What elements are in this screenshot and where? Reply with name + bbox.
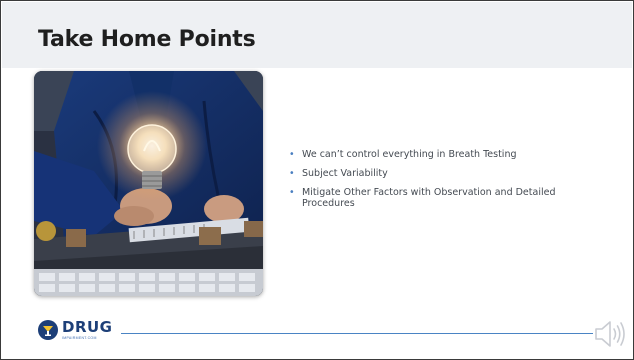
bullet-text: We can’t control everything in Breath Te… <box>302 149 517 160</box>
bullet-item: • We can’t control everything in Breath … <box>288 149 588 160</box>
bullet-marker-icon: • <box>289 187 295 198</box>
slide: Take Home Points • We can’t control ever… <box>0 0 634 360</box>
lightbulb-photo <box>34 71 263 296</box>
bullet-marker-icon: • <box>289 168 295 179</box>
bullet-item: • Mitigate Other Factors with Observatio… <box>288 187 588 209</box>
logo-text: DRUG IMPAIRMENT.COM <box>62 318 113 341</box>
bullet-item: • Subject Variability <box>288 168 588 179</box>
footer-divider <box>121 333 593 334</box>
bullet-marker-icon: • <box>289 149 295 160</box>
speaker-icon[interactable] <box>593 317 629 351</box>
bullet-list: • We can’t control everything in Breath … <box>288 149 588 217</box>
bullet-text: Mitigate Other Factors with Observation … <box>302 187 556 209</box>
bullet-text: Subject Variability <box>302 168 388 179</box>
drug-impairment-logo: DRUG IMPAIRMENT.COM <box>38 320 113 340</box>
logo-subtext: IMPAIRMENT.COM <box>62 336 97 340</box>
logo-word: DRUG <box>62 318 113 336</box>
lightbulb-photo-graphic <box>34 71 263 296</box>
slide-title: Take Home Points <box>38 27 256 52</box>
logo-badge-icon <box>38 320 58 340</box>
